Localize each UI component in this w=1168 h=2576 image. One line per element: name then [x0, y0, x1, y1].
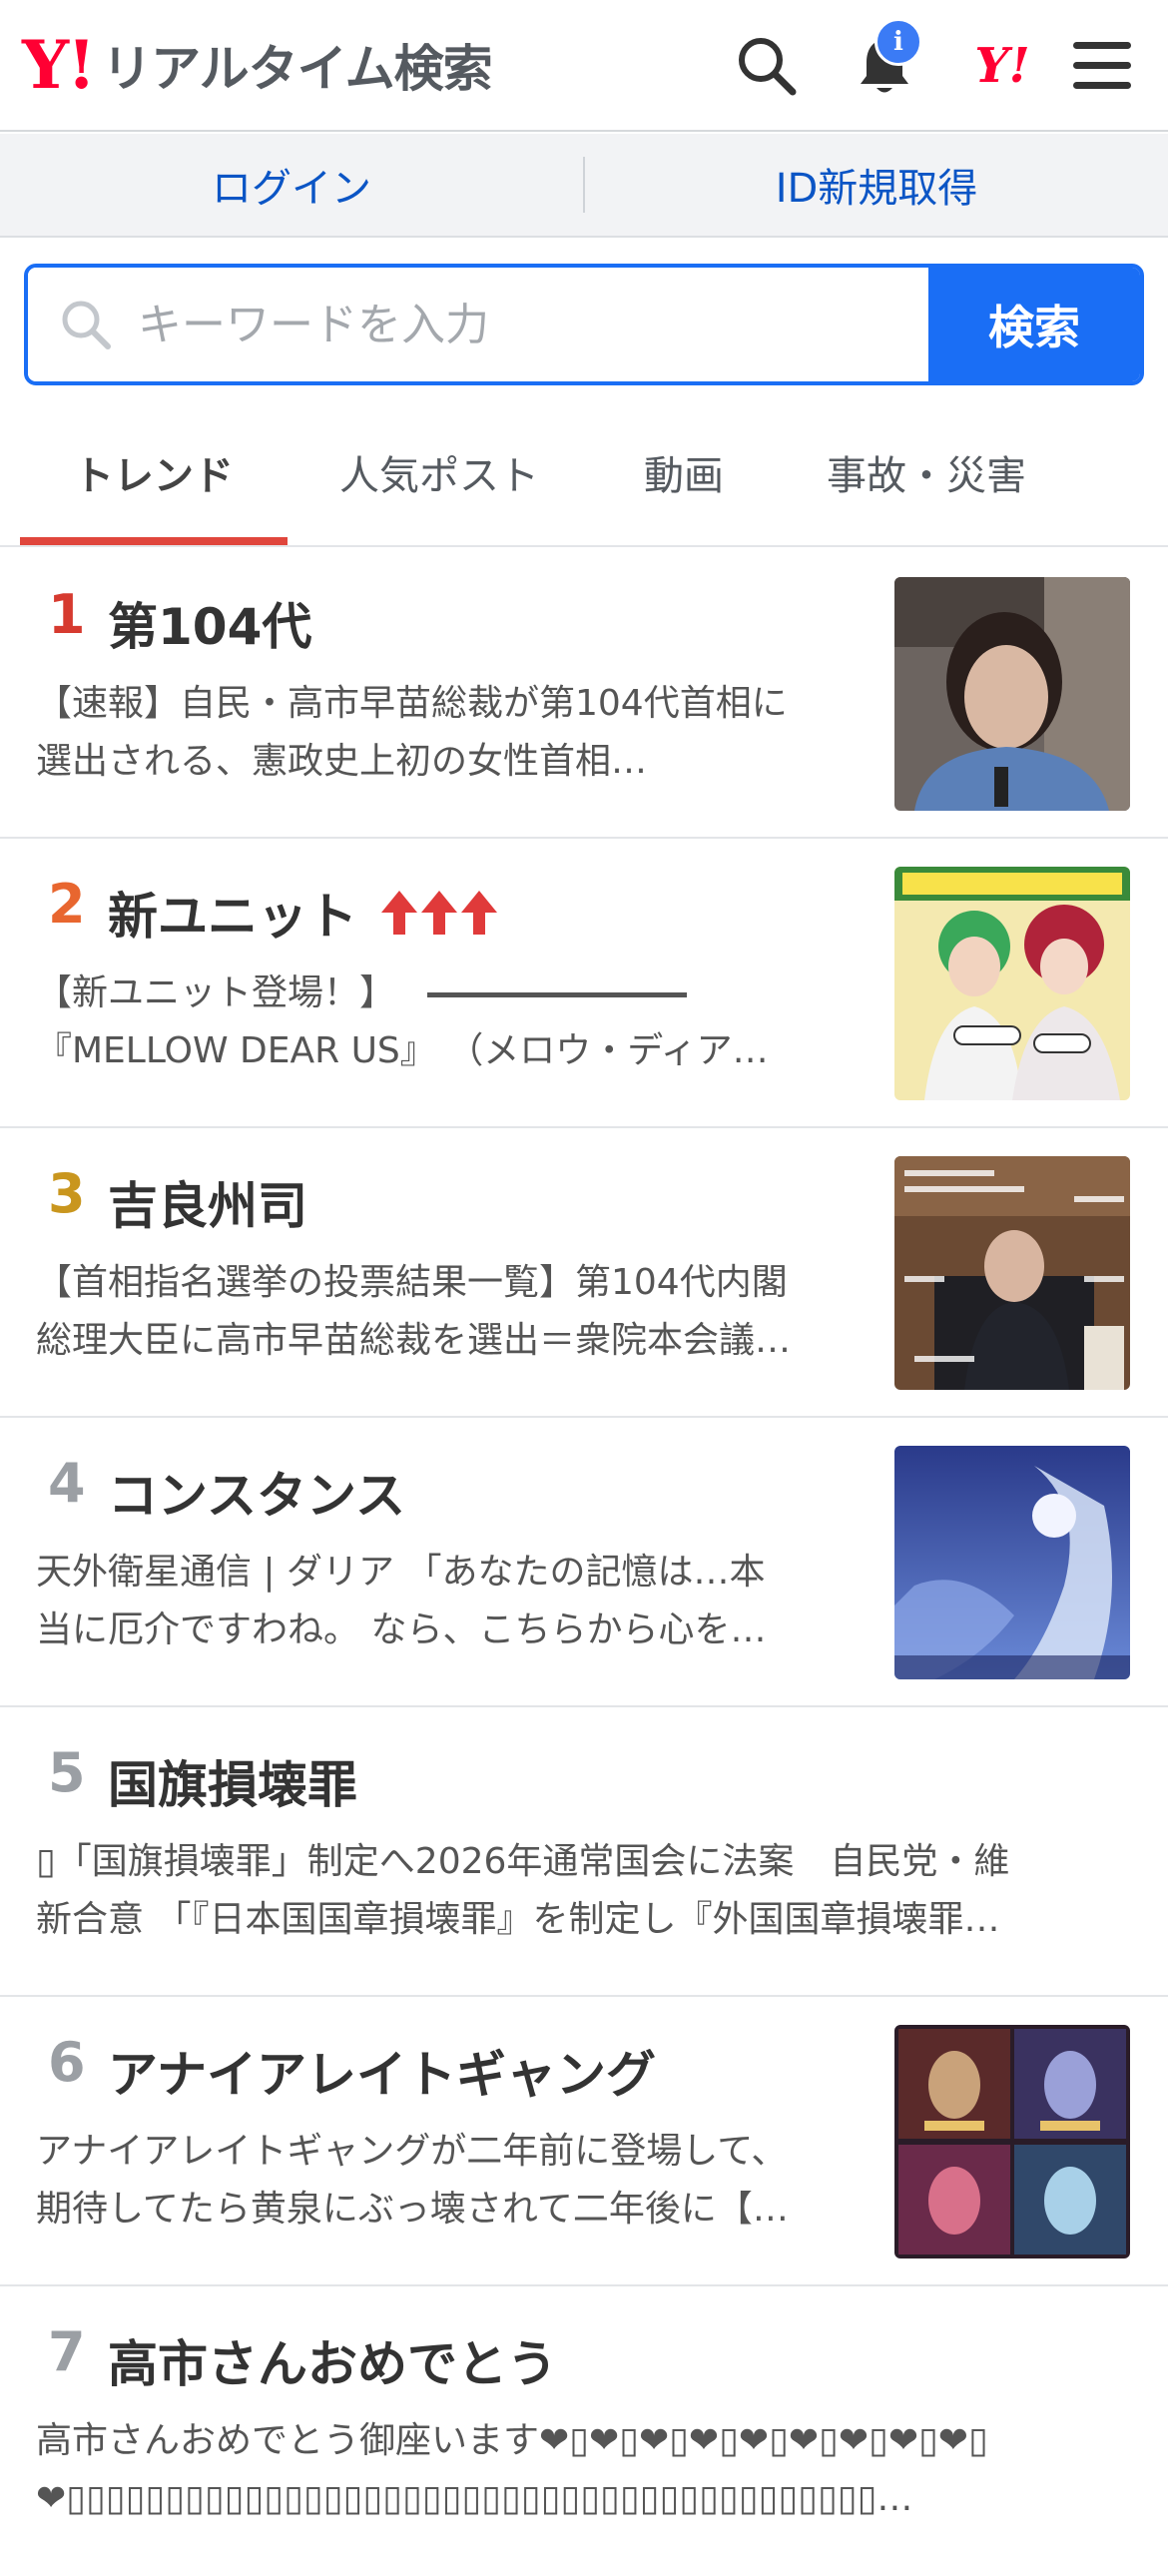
trend-thumbnail[interactable] — [894, 1156, 1130, 1390]
game-art — [894, 1446, 1130, 1679]
trend-item[interactable]: 7 高市さんおめでとう 高市さんおめでとう御座います❤▯❤▯❤▯❤▯❤▯❤▯❤▯… — [0, 2286, 1168, 2576]
trend-title: アナイアレイトギャング — [108, 2046, 656, 2104]
trend-rank: 2 — [48, 873, 86, 936]
category-tabs: トレンド 人気ポスト 動画 事故・災害 — [0, 399, 1168, 547]
trend-title-wrap: 新ユニット — [108, 877, 499, 949]
portrait-photo — [894, 577, 1130, 811]
trend-description-text: 【新ユニット登場！】 — [36, 972, 396, 1013]
trend-description-line: 期待してたら黄泉にぶっ壊されて二年後に【… — [36, 2189, 789, 2230]
trend-description: 天外衛星通信 | ダリア 「あなたの記憶は…本 当に厄介ですわね。 なら、こちら… — [36, 1544, 865, 1659]
menu-button[interactable] — [1062, 26, 1142, 106]
tab-accidents-disasters[interactable]: 事故・災害 — [789, 399, 1064, 545]
trend-rank: 4 — [48, 1452, 86, 1515]
trend-item[interactable]: 6 アナイアレイトギャング アナイアレイトギャングが二年前に登場して、 期待して… — [0, 1997, 1168, 2286]
app-header: Y! リアルタイム検索 i Y! — [0, 0, 1168, 132]
trend-title: 吉良州司 — [108, 1177, 307, 1235]
trend-rank: 1 — [48, 583, 86, 646]
game-cards — [894, 2025, 1130, 2258]
trend-description-line: 『MELLOW DEAR US』 （メロウ・ディア… — [36, 1030, 769, 1071]
search-icon — [62, 301, 111, 349]
trend-thumbnail[interactable] — [894, 867, 1130, 1100]
trend-description-line: アナイアレイトギャングが二年前に登場して、 — [36, 2131, 788, 2172]
search-icon — [739, 38, 797, 96]
trend-description-line: ▯「国旗損壊罪」制定へ2026年通常国会に法案 自民党・維 — [36, 1841, 1010, 1882]
trend-description-line: 【首相指名選挙の投票結果一覧】第104代内閣 — [36, 1262, 788, 1303]
register-link[interactable]: ID新規取得 — [585, 134, 1168, 236]
notification-badge: i — [875, 18, 922, 66]
trend-description: 【新ユニット登場！】 『MELLOW DEAR US』 （メロウ・ディア… — [36, 965, 865, 1080]
trend-description-line: 当に厄介ですわね。 なら、こちらから心を… — [36, 1610, 767, 1650]
trend-title: 国旗損壊罪 — [108, 1756, 357, 1814]
trend-description-line: 選出される、憲政史上初の女性首相… — [36, 741, 648, 782]
trend-item[interactable]: 1 第104代 【速報】自民・高市早苗総裁が第104代首相に 選出される、憲政史… — [0, 549, 1168, 839]
trend-description-line: 高市さんおめでとう御座います❤▯❤▯❤▯❤▯❤▯❤▯❤▯❤▯❤▯ — [36, 2420, 988, 2461]
trend-description-line: 新合意 「『日本国国章損壊罪』を制定し『外国国章損壊罪… — [36, 1899, 1000, 1940]
yahoo-logo-icon: Y! — [974, 38, 1030, 94]
trend-rank: 7 — [48, 2320, 86, 2383]
search-bar: 検索 — [24, 264, 1144, 385]
hamburger-menu-icon — [1073, 42, 1131, 89]
trend-title: 第104代 — [108, 598, 312, 656]
auth-bar: ログイン ID新規取得 — [0, 134, 1168, 238]
search-input[interactable] — [138, 299, 837, 350]
search-submit-button[interactable]: 検索 — [928, 268, 1140, 381]
trend-title: コンスタンス — [108, 1467, 405, 1525]
trend-description: 【速報】自民・高市早苗総裁が第104代首相に 選出される、憲政史上初の女性首相… — [36, 675, 865, 791]
anime-illustration — [894, 867, 1130, 1100]
trend-title: 新ユニット — [108, 888, 357, 946]
trend-description-line: 【速報】自民・高市早苗総裁が第104代首相に — [36, 683, 788, 724]
trend-thumbnail[interactable] — [894, 577, 1130, 811]
login-link[interactable]: ログイン — [0, 134, 583, 236]
tab-trend[interactable]: トレンド — [20, 399, 288, 545]
trend-description: アナイアレイトギャングが二年前に登場して、 期待してたら黄泉にぶっ壊されて二年後… — [36, 2123, 865, 2239]
logo-y-mark: Y! — [22, 26, 96, 104]
trend-item[interactable]: 4 コンスタンス 天外衛星通信 | ダリア 「あなたの記憶は…本 当に厄介ですわ… — [0, 1418, 1168, 1707]
trend-description: 高市さんおめでとう御座います❤▯❤▯❤▯❤▯❤▯❤▯❤▯❤▯❤▯ ❤▯▯▯▯▯▯… — [36, 2412, 1124, 2528]
trend-description: ▯「国旗損壊罪」制定へ2026年通常国会に法案 自民党・維 新合意 「『日本国国… — [36, 1833, 1124, 1949]
trend-description-line: 【新ユニット登場！】 — [36, 965, 865, 1022]
trend-rank: 3 — [48, 1162, 86, 1225]
trend-description: 【首相指名選挙の投票結果一覧】第104代内閣 総理大臣に高市早苗総裁を選出＝衆院… — [36, 1254, 865, 1370]
tab-videos[interactable]: 動画 — [589, 399, 779, 545]
trend-item[interactable]: 3 吉良州司 【首相指名選挙の投票結果一覧】第104代内閣 総理大臣に高市早苗総… — [0, 1128, 1168, 1418]
notification-button[interactable]: i — [845, 18, 924, 106]
up-arrow-icon — [421, 891, 457, 935]
rising-trend-indicator — [379, 889, 499, 937]
trend-description-line: 天外衛星通信 | ダリア 「あなたの記憶は…本 — [36, 1552, 766, 1593]
trend-item[interactable]: 5 国旗損壊罪 ▯「国旗損壊罪」制定へ2026年通常国会に法案 自民党・維 新合… — [0, 1707, 1168, 1997]
up-arrow-icon — [381, 891, 417, 935]
search-button[interactable] — [727, 26, 807, 106]
trend-rank: 6 — [48, 2031, 86, 2094]
trend-rank: 5 — [48, 1741, 86, 1804]
trend-title: 高市さんおめでとう — [108, 2335, 557, 2393]
logo-text: リアルタイム検索 — [102, 40, 492, 98]
description-rule — [427, 991, 688, 997]
trend-thumbnail[interactable] — [894, 2025, 1130, 2258]
video-still — [894, 1156, 1130, 1390]
yahoo-realtime-logo[interactable]: Y! リアルタイム検索 — [22, 26, 493, 104]
trend-description-line: 総理大臣に高市早苗総裁を選出＝衆院本会議… — [36, 1320, 792, 1361]
trend-item[interactable]: 2 新ユニット 【新ユニット登場！】 『MELLOW DEAR US』 （メロウ… — [0, 839, 1168, 1128]
yahoo-home-button[interactable]: Y! — [962, 26, 1042, 106]
up-arrow-icon — [461, 891, 497, 935]
active-tab-indicator — [20, 537, 288, 545]
tab-popular-posts[interactable]: 人気ポスト — [299, 399, 579, 545]
search-field-wrap — [28, 268, 928, 381]
trend-thumbnail[interactable] — [894, 1446, 1130, 1679]
trend-description-line: ❤▯▯▯▯▯▯▯▯▯▯▯▯▯▯▯▯▯▯▯▯▯▯▯▯▯▯▯▯▯▯▯▯▯▯▯▯▯▯▯… — [36, 2478, 913, 2519]
